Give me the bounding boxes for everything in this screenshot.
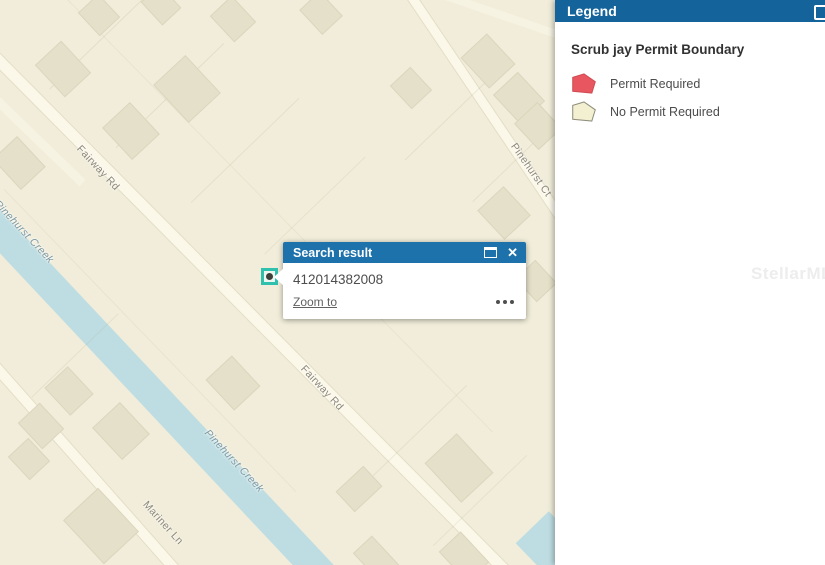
maximize-icon[interactable]: [484, 247, 497, 258]
more-options-icon[interactable]: [496, 300, 514, 304]
marker-dot-icon: [266, 273, 273, 280]
legend-panel: Legend Scrub jay Permit Boundary Permit …: [555, 0, 825, 565]
legend-items-list: Permit Required No Permit Required: [571, 72, 809, 123]
legend-swatch-icon: [571, 72, 597, 95]
legend-header-title: Legend: [567, 3, 617, 19]
close-icon[interactable]: ✕: [507, 246, 518, 259]
legend-item: Permit Required: [571, 72, 809, 95]
road-label-fairway-rd: Fairway Rd: [298, 363, 346, 413]
zoom-to-link[interactable]: Zoom to: [293, 295, 337, 309]
popup-title: Search result: [293, 246, 484, 260]
road-label-fairway-rd: Fairway Rd: [74, 143, 122, 193]
legend-swatch-icon: [571, 100, 597, 123]
road-label-pinehurst-ct: Pinehurst Ct: [508, 141, 554, 199]
legend-item: No Permit Required: [571, 100, 809, 123]
legend-item-label: No Permit Required: [610, 105, 720, 119]
legend-item-label: Permit Required: [610, 77, 700, 91]
legend-panel-header: Legend: [555, 0, 825, 22]
watermark-text: StellarMLS: [751, 264, 825, 284]
popup-titlebar[interactable]: Search result ✕: [283, 242, 526, 263]
legend-layer-title: Scrub jay Permit Boundary: [571, 42, 809, 57]
search-result-popup: Search result ✕ 412014382008 Zoom to: [283, 242, 526, 319]
popup-pointer: [274, 268, 284, 286]
parcel-id-value: 412014382008: [293, 272, 383, 287]
panel-dock-icon[interactable]: [814, 5, 825, 20]
app-window: Fairway Rd Fairway Rd Pinehurst Ct Marin…: [0, 0, 825, 565]
